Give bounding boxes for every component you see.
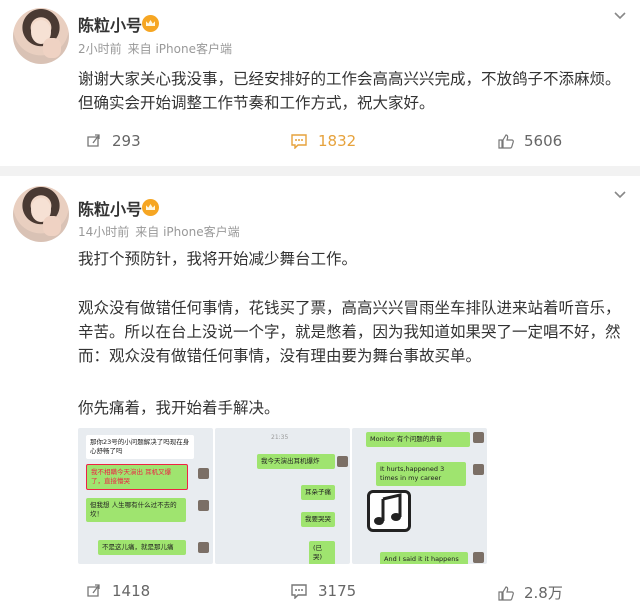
post-paragraph: 你先痛着，我开始着手解决。 bbox=[78, 399, 280, 417]
thumbs-up-icon bbox=[498, 134, 514, 149]
post-paragraph: 我打个预防针，我将开始减少舞台工作。 bbox=[78, 250, 358, 268]
chat-bubble: And I said it it happens again I bbox=[380, 552, 468, 564]
post-source: 来自 iPhone客户端 bbox=[135, 225, 240, 239]
vip-crown-icon bbox=[142, 199, 159, 216]
comment-count: 3175 bbox=[318, 582, 357, 600]
repost-button[interactable]: 293 bbox=[86, 132, 141, 150]
chat-bubble: 不是这儿痛，就是那儿痛 bbox=[98, 540, 186, 555]
post-card: 陈粒小号 2小时前 来自 iPhone客户端 谢谢大家关心我没事，已经安排好的工作… bbox=[0, 0, 640, 166]
chat-avatar bbox=[473, 552, 484, 563]
post-time: 14小时前 bbox=[78, 225, 130, 239]
comment-icon bbox=[291, 134, 307, 149]
chat-bubble: 我今天演出耳机爆炸 bbox=[257, 454, 335, 469]
chat-avatar bbox=[473, 464, 484, 475]
repost-icon bbox=[87, 584, 100, 597]
vip-crown-icon bbox=[142, 15, 159, 32]
repost-icon bbox=[87, 134, 100, 147]
chat-bubble: 那你23号的小问题解决了吗现在身心舒畅了吗 bbox=[86, 435, 194, 459]
thumbs-up-icon bbox=[498, 585, 514, 601]
chevron-down-icon[interactable] bbox=[614, 189, 626, 201]
chat-bubble: It hurts,happened 3 times in my career bbox=[376, 462, 466, 486]
avatar[interactable] bbox=[13, 8, 69, 64]
post-meta: 2小时前 来自 iPhone客户端 bbox=[78, 40, 232, 57]
post-actions: 293 1832 5606 bbox=[0, 132, 640, 156]
post-image[interactable]: 21:35 我今天演出耳机爆炸 耳朵子痛 我要哭哭 (已哭) bbox=[215, 428, 350, 564]
chat-avatar bbox=[198, 468, 209, 479]
post-time: 2小时前 bbox=[78, 42, 122, 56]
avatar[interactable] bbox=[13, 186, 69, 242]
chat-bubble: 但我想 人生哪有什么过不去的坎！ bbox=[86, 498, 186, 522]
post-meta: 14小时前 来自 iPhone客户端 bbox=[78, 223, 240, 240]
post-image[interactable]: 那你23号的小问题解决了吗现在身心舒畅了吗 我不相瞒今天演出 耳机又爆了，直接懵… bbox=[78, 428, 213, 564]
chevron-down-icon[interactable] bbox=[614, 10, 626, 22]
user-name[interactable]: 陈粒小号 bbox=[78, 12, 142, 36]
chat-bubble: 我不相瞒今天演出 耳机又爆了，直接懵哭 bbox=[86, 464, 188, 490]
chat-bubble: Monitor 有个问题的声音 bbox=[366, 432, 470, 447]
user-name[interactable]: 陈粒小号 bbox=[78, 196, 142, 220]
chat-bubble: 我要哭哭 bbox=[301, 512, 335, 527]
post-source: 来自 iPhone客户端 bbox=[127, 42, 232, 56]
chat-avatar bbox=[337, 456, 348, 467]
repost-count: 293 bbox=[112, 132, 141, 150]
post-actions: 1418 3175 2.8万 bbox=[0, 582, 640, 606]
like-button[interactable]: 2.8万 bbox=[498, 582, 563, 603]
like-button[interactable]: 5606 bbox=[498, 132, 562, 150]
repost-count: 1418 bbox=[112, 582, 151, 600]
like-count: 5606 bbox=[524, 132, 563, 150]
comment-count: 1832 bbox=[318, 132, 357, 150]
comment-button[interactable]: 3175 bbox=[290, 582, 356, 600]
like-count: 2.8万 bbox=[524, 584, 563, 602]
music-note-icon bbox=[367, 490, 411, 532]
repost-button[interactable]: 1418 bbox=[86, 582, 150, 600]
chat-bubble: 耳朵子痛 bbox=[301, 485, 335, 500]
chat-avatar bbox=[198, 542, 209, 553]
chat-avatar bbox=[198, 500, 209, 511]
post-text: 谢谢大家关心我没事，已经安排好的工作会高高兴兴完成，不放鸽子不添麻烦。但确实会开… bbox=[78, 70, 621, 112]
chat-bubble: (已哭) bbox=[309, 541, 335, 564]
comment-button[interactable]: 1832 bbox=[290, 132, 356, 150]
post-image[interactable]: Monitor 有个问题的声音 It hurts,happened 3 time… bbox=[352, 428, 487, 564]
comment-icon bbox=[291, 584, 307, 599]
chat-time: 21:35 bbox=[271, 434, 289, 441]
post-paragraph: 观众没有做错任何事情，花钱买了票，高高兴兴冒雨坐车排队进来站着听音乐，辛苦。所以… bbox=[78, 299, 621, 365]
chat-avatar bbox=[473, 432, 484, 443]
